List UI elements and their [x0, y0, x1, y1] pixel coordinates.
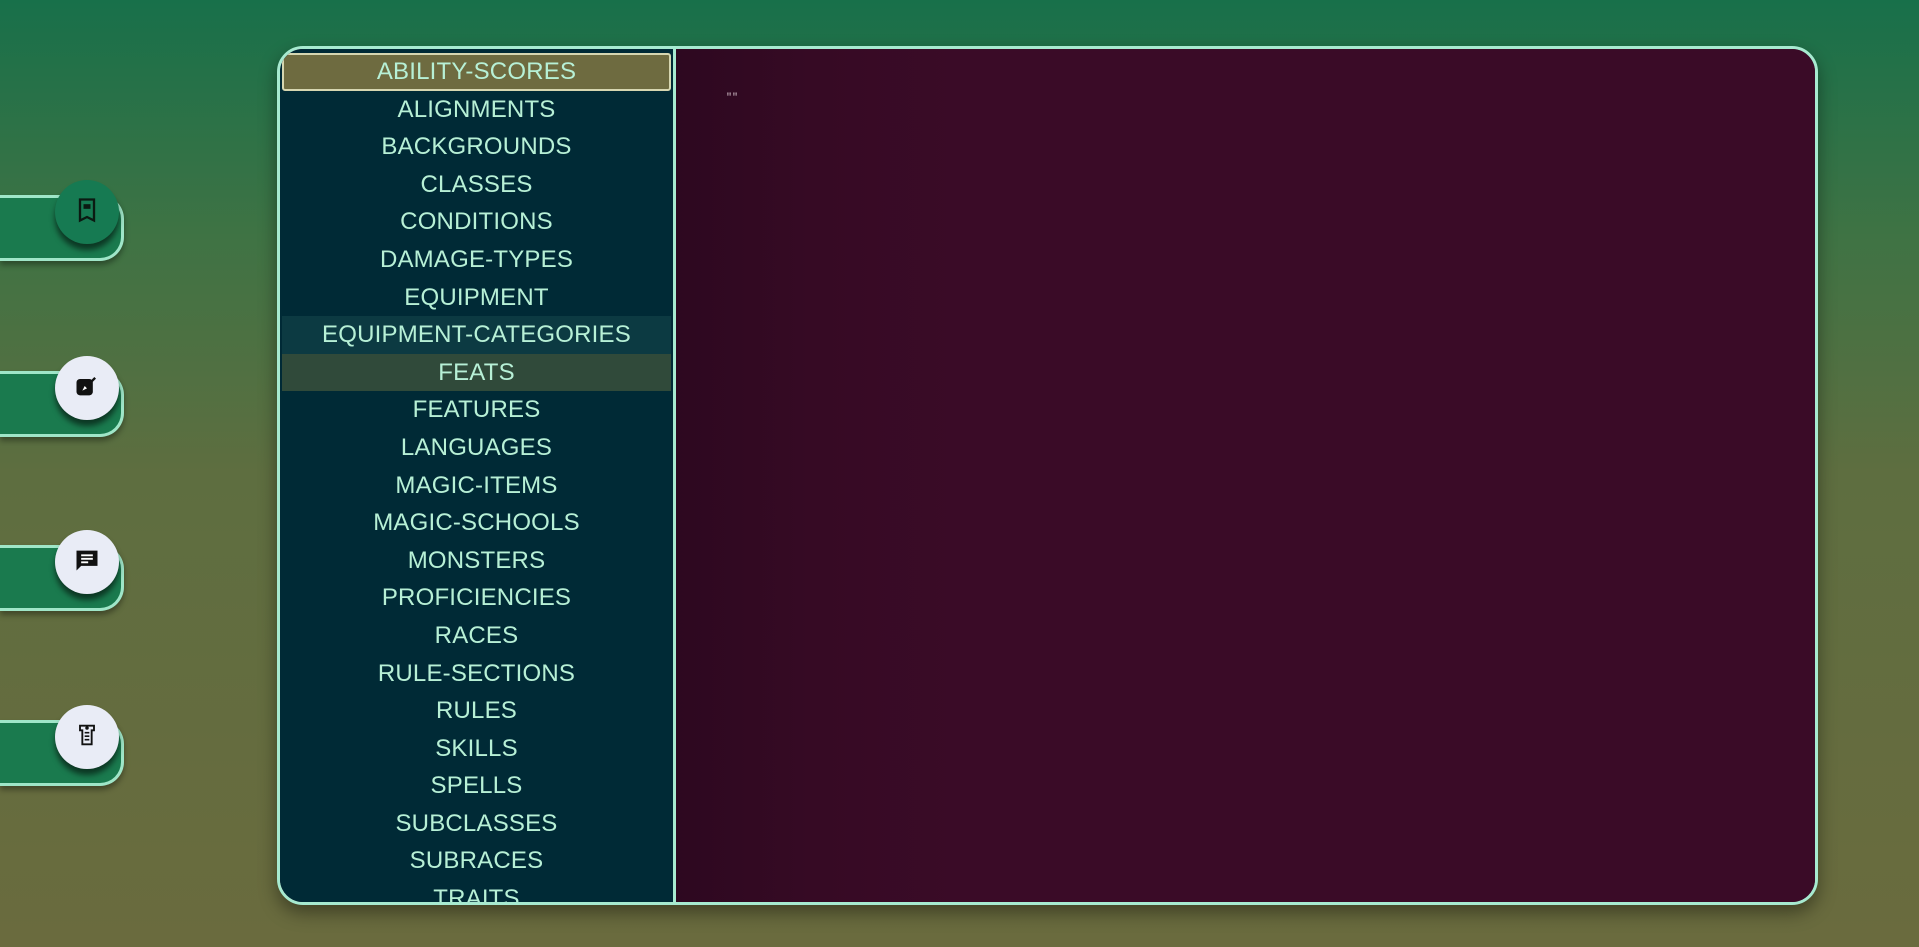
menu-item-rule-sections[interactable]: RULE-SECTIONS — [282, 655, 671, 693]
menu-item-features[interactable]: FEATURES — [282, 391, 671, 429]
menu-item-spells[interactable]: SPELLS — [282, 767, 671, 805]
menu-item-monsters[interactable]: MONSTERS — [282, 542, 671, 580]
menu-item-feats[interactable]: FEATS — [282, 353, 671, 392]
menu-item-magic-items[interactable]: MAGIC-ITEMS — [282, 467, 671, 505]
menu-item-magic-schools[interactable]: MAGIC-SCHOOLS — [282, 504, 671, 542]
menu-item-conditions[interactable]: CONDITIONS — [282, 203, 671, 241]
menu-item-classes[interactable]: CLASSES — [282, 166, 671, 204]
menu-item-alignments[interactable]: ALIGNMENTS — [282, 91, 671, 129]
menu-item-ability-scores[interactable]: ABILITY-SCORES — [282, 53, 671, 91]
category-menu: ABILITY-SCORES ALIGNMENTS BACKGROUNDS CLASS… — [280, 49, 676, 902]
menu-item-languages[interactable]: LANGUAGES — [282, 429, 671, 467]
menu-item-subclasses[interactable]: SUBCLASSES — [282, 805, 671, 843]
menu-item-rules[interactable]: RULES — [282, 692, 671, 730]
menu-item-backgrounds[interactable]: BACKGROUNDS — [282, 128, 671, 166]
edit-icon — [73, 372, 101, 405]
menu-item-traits[interactable]: TRAITS — [282, 880, 671, 902]
chat-nav-button[interactable] — [55, 530, 119, 594]
edit-nav-button[interactable] — [55, 356, 119, 420]
menu-item-subraces[interactable]: SUBRACES — [282, 842, 671, 880]
scroll-icon — [73, 721, 101, 754]
main-panel: ABILITY-SCORES ALIGNMENTS BACKGROUNDS CLASS… — [277, 46, 1818, 905]
content-text: "" — [726, 93, 739, 104]
menu-item-skills[interactable]: SKILLS — [282, 730, 671, 768]
chat-icon — [73, 546, 101, 579]
menu-item-equipment-categories[interactable]: EQUIPMENT-CATEGORIES — [282, 316, 671, 354]
menu-item-equipment[interactable]: EQUIPMENT — [282, 279, 671, 317]
menu-item-proficiencies[interactable]: PROFICIENCIES — [282, 579, 671, 617]
scroll-nav-button[interactable] — [55, 705, 119, 769]
book-icon — [73, 196, 101, 229]
side-nav — [0, 0, 140, 947]
book-nav-button[interactable] — [55, 180, 119, 244]
menu-item-damage-types[interactable]: DAMAGE-TYPES — [282, 241, 671, 279]
menu-item-races[interactable]: RACES — [282, 617, 671, 655]
content-area: "" — [676, 49, 1815, 902]
